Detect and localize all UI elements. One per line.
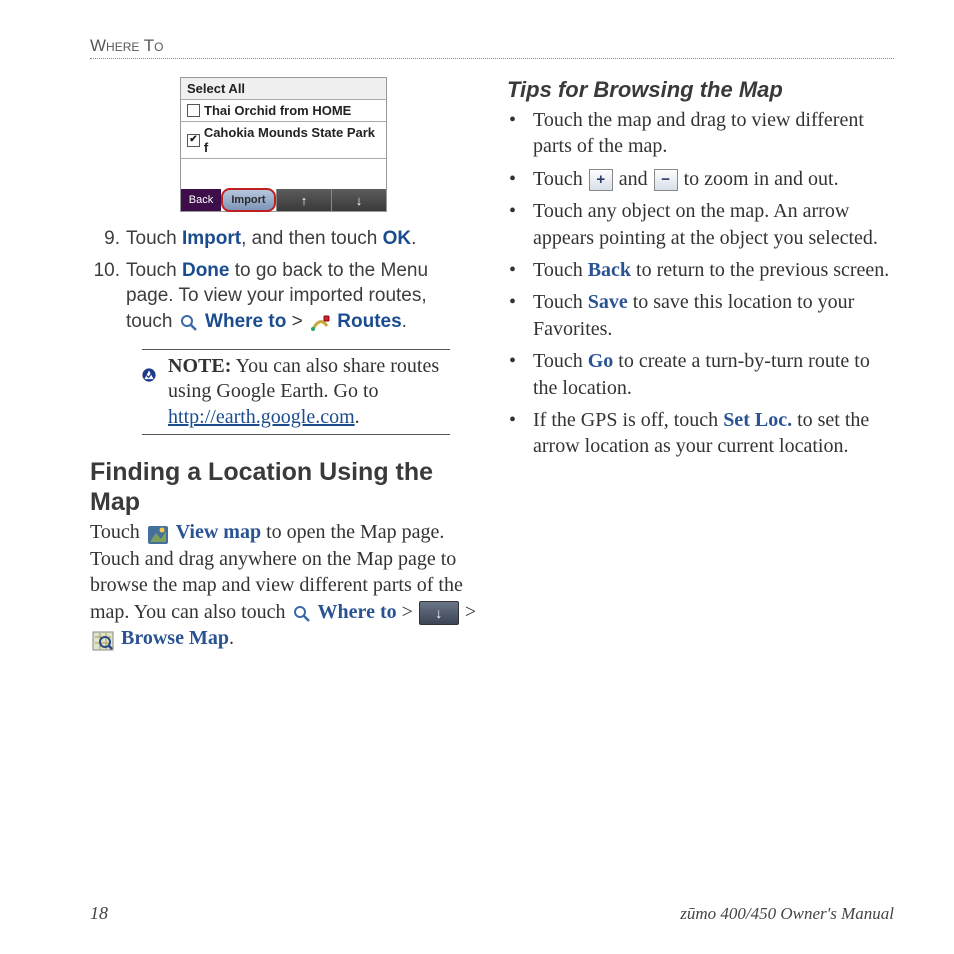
section-body: Touch View map to open the Map page. Tou… — [90, 519, 477, 651]
minus-icon: − — [654, 169, 678, 191]
back-button[interactable]: Back — [181, 189, 221, 211]
note-text: . — [355, 406, 360, 428]
tip-item: Touch Back to return to the previous scr… — [507, 257, 894, 283]
keyword-set-loc: Set Loc. — [723, 409, 792, 431]
view-map-icon — [147, 525, 169, 545]
keyword-save: Save — [588, 291, 628, 313]
step-text: Touch — [126, 260, 182, 281]
tip-text: and — [614, 168, 653, 190]
footer-title: zūmo 400/450 Owner's Manual — [680, 904, 894, 924]
select-all-header: Select All — [181, 78, 386, 100]
keyword-view-map: View map — [176, 521, 261, 543]
tip-item: Touch Save to save this location to your… — [507, 289, 894, 342]
page-number: 18 — [90, 903, 108, 924]
tip-item: If the GPS is off, touch Set Loc. to set… — [507, 407, 894, 460]
browse-map-icon — [92, 631, 114, 651]
keyword-import: Import — [182, 228, 241, 249]
tip-item: Touch Go to create a turn-by-turn route … — [507, 348, 894, 401]
tip-item: Touch any object on the map. An arrow ap… — [507, 198, 894, 251]
keyword-go: Go — [588, 350, 614, 372]
keyword-back: Back — [588, 259, 631, 281]
tip-text: Touch — [533, 168, 588, 190]
device-screenshot: Select All Thai Orchid from HOME ✔ Cahok… — [180, 77, 387, 212]
keyword-browse-map: Browse Map — [121, 627, 229, 649]
step-10: 10. Touch Done to go back to the Menu pa… — [90, 258, 477, 335]
list-item-label: Cahokia Mounds State Park f — [204, 125, 380, 155]
magnifier-icon — [180, 314, 198, 332]
step-text: , and then touch — [241, 228, 383, 249]
right-column: Tips for Browsing the Map Touch the map … — [507, 77, 894, 651]
note-block: NOTE: You can also share routes using Go… — [142, 349, 450, 436]
tip-text: Touch the map and drag to view different… — [533, 107, 894, 160]
tips-list: Touch the map and drag to view different… — [507, 107, 894, 460]
tip-item: Touch + and − to zoom in and out. — [507, 166, 894, 192]
button-bar: Back Import ↑ ↓ — [181, 189, 386, 211]
note-link[interactable]: http://earth.google.com — [168, 406, 355, 428]
tip-item: Touch the map and drag to view different… — [507, 107, 894, 160]
tip-text: Touch any object on the map. An arrow ap… — [533, 198, 894, 251]
step-number: 10. — [90, 258, 126, 335]
section-heading: Finding a Location Using the Map — [90, 457, 477, 517]
tip-text: If the GPS is off, touch — [533, 409, 723, 431]
list-item: Thai Orchid from HOME — [181, 100, 386, 122]
list-item-label: Thai Orchid from HOME — [204, 103, 351, 118]
keyword-ok: OK — [383, 228, 412, 249]
body-text: Touch — [90, 521, 145, 543]
down-arrow-button[interactable]: ↓ — [331, 189, 386, 211]
keyword-where-to: Where to — [318, 601, 397, 623]
step-text: . — [411, 228, 416, 249]
list-item: ✔ Cahokia Mounds State Park f — [181, 122, 386, 159]
tip-text: to zoom in and out. — [679, 168, 839, 190]
step-number: 9. — [90, 226, 126, 252]
tip-text: Touch — [533, 259, 588, 281]
left-column: Select All Thai Orchid from HOME ✔ Cahok… — [90, 77, 477, 651]
note-check-icon — [142, 358, 156, 392]
routes-icon — [310, 314, 330, 332]
checkbox-checked-icon: ✔ — [187, 134, 200, 147]
keyword-routes: Routes — [337, 311, 401, 332]
step-9: 9. Touch Import, and then touch OK. — [90, 226, 477, 252]
tip-text: to return to the previous screen. — [631, 259, 889, 281]
step-text: > — [286, 311, 308, 332]
tip-text: Touch — [533, 350, 588, 372]
body-text: . — [229, 627, 234, 649]
tip-text: Touch — [533, 291, 588, 313]
down-arrow-icon: ↓ — [419, 601, 459, 625]
step-text: Touch — [126, 228, 182, 249]
up-arrow-button[interactable]: ↑ — [276, 189, 331, 211]
import-button[interactable]: Import — [221, 188, 276, 212]
magnifier-icon — [293, 605, 311, 623]
step-text: . — [402, 311, 407, 332]
body-text: > — [397, 601, 418, 623]
plus-icon: + — [589, 169, 613, 191]
checkbox-unchecked-icon — [187, 104, 200, 117]
body-text: > — [460, 601, 476, 623]
page-footer: 18 zūmo 400/450 Owner's Manual — [90, 903, 894, 924]
keyword-where-to: Where to — [205, 311, 286, 332]
subsection-heading: Tips for Browsing the Map — [507, 77, 894, 103]
note-label: NOTE: — [168, 355, 231, 377]
page-header: Where To — [90, 36, 894, 59]
keyword-done: Done — [182, 260, 230, 281]
